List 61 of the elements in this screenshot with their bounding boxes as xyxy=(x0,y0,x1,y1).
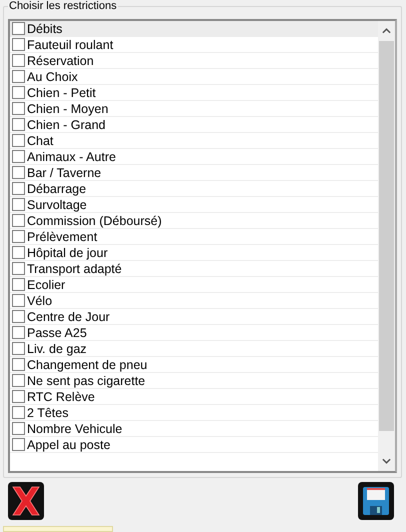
restriction-item[interactable]: Changement de pneu xyxy=(10,357,378,373)
checkbox[interactable] xyxy=(12,230,25,243)
restriction-item[interactable]: Débits xyxy=(10,21,378,37)
checkbox[interactable] xyxy=(12,374,25,387)
restriction-item[interactable]: Chat xyxy=(10,133,378,149)
restriction-item[interactable]: Au Choix xyxy=(10,69,378,85)
restriction-item[interactable]: Chien - Petit xyxy=(10,85,378,101)
checkbox[interactable] xyxy=(12,102,25,115)
restriction-item[interactable]: Vélo xyxy=(10,293,378,309)
restriction-item[interactable]: Chien - Moyen xyxy=(10,101,378,117)
checkbox[interactable] xyxy=(12,326,25,339)
checkbox[interactable] xyxy=(12,70,25,83)
checkbox[interactable] xyxy=(12,22,25,35)
restriction-item[interactable]: Liv. de gaz xyxy=(10,341,378,357)
checkbox[interactable] xyxy=(12,198,25,211)
restriction-item[interactable]: Débarrage xyxy=(10,181,378,197)
restriction-item[interactable]: Fauteuil roulant xyxy=(10,37,378,53)
restriction-item[interactable]: Prélèvement xyxy=(10,229,378,245)
checkbox[interactable] xyxy=(12,54,25,67)
restriction-item[interactable]: Transport adapté xyxy=(10,261,378,277)
checkbox[interactable] xyxy=(12,246,25,259)
restriction-item[interactable]: Hôpital de jour xyxy=(10,245,378,261)
restriction-item[interactable]: Chien - Grand xyxy=(10,117,378,133)
restriction-item[interactable]: Centre de Jour xyxy=(10,309,378,325)
restriction-item[interactable]: Ecolier xyxy=(10,277,378,293)
checkbox[interactable] xyxy=(12,438,25,451)
restriction-item[interactable]: Commission (Déboursé) xyxy=(10,213,378,229)
checkbox[interactable] xyxy=(12,278,25,291)
restriction-item[interactable]: Bar / Taverne xyxy=(10,165,378,181)
restriction-item[interactable]: Réservation xyxy=(10,53,378,69)
checkbox[interactable] xyxy=(12,390,25,403)
restriction-item[interactable]: Animaux - Autre xyxy=(10,149,378,165)
save-button[interactable] xyxy=(358,482,394,520)
scroll-thumb[interactable] xyxy=(379,41,394,431)
checkbox[interactable] xyxy=(12,86,25,99)
checkbox[interactable] xyxy=(12,310,25,323)
restriction-item[interactable]: Appel au poste xyxy=(10,437,378,453)
scrollbar[interactable] xyxy=(378,21,395,471)
cancel-button[interactable] xyxy=(8,482,44,520)
restriction-item[interactable]: Ne sent pas cigarette xyxy=(10,373,378,389)
checkbox[interactable] xyxy=(12,406,25,419)
checkbox[interactable] xyxy=(12,422,25,435)
close-icon xyxy=(8,482,44,520)
checkbox[interactable] xyxy=(12,358,25,371)
restriction-item[interactable]: Nombre Vehicule xyxy=(10,421,378,437)
checkbox[interactable] xyxy=(12,134,25,147)
checkbox[interactable] xyxy=(12,342,25,355)
restriction-item[interactable]: Survoltage xyxy=(10,197,378,213)
checkbox[interactable] xyxy=(12,118,25,131)
scroll-down-icon[interactable] xyxy=(382,458,391,464)
restriction-item[interactable]: Passe A25 xyxy=(10,325,378,341)
checkbox[interactable] xyxy=(12,182,25,195)
checkbox[interactable] xyxy=(12,38,25,51)
scroll-up-icon[interactable] xyxy=(382,28,391,34)
checkbox[interactable] xyxy=(12,214,25,227)
restriction-item[interactable]: RTC Relève xyxy=(10,389,378,405)
checkbox[interactable] xyxy=(12,166,25,179)
checkbox[interactable] xyxy=(12,262,25,275)
checkbox[interactable] xyxy=(12,294,25,307)
checkbox[interactable] xyxy=(12,150,25,163)
restriction-item[interactable]: 2 Têtes xyxy=(10,405,378,421)
